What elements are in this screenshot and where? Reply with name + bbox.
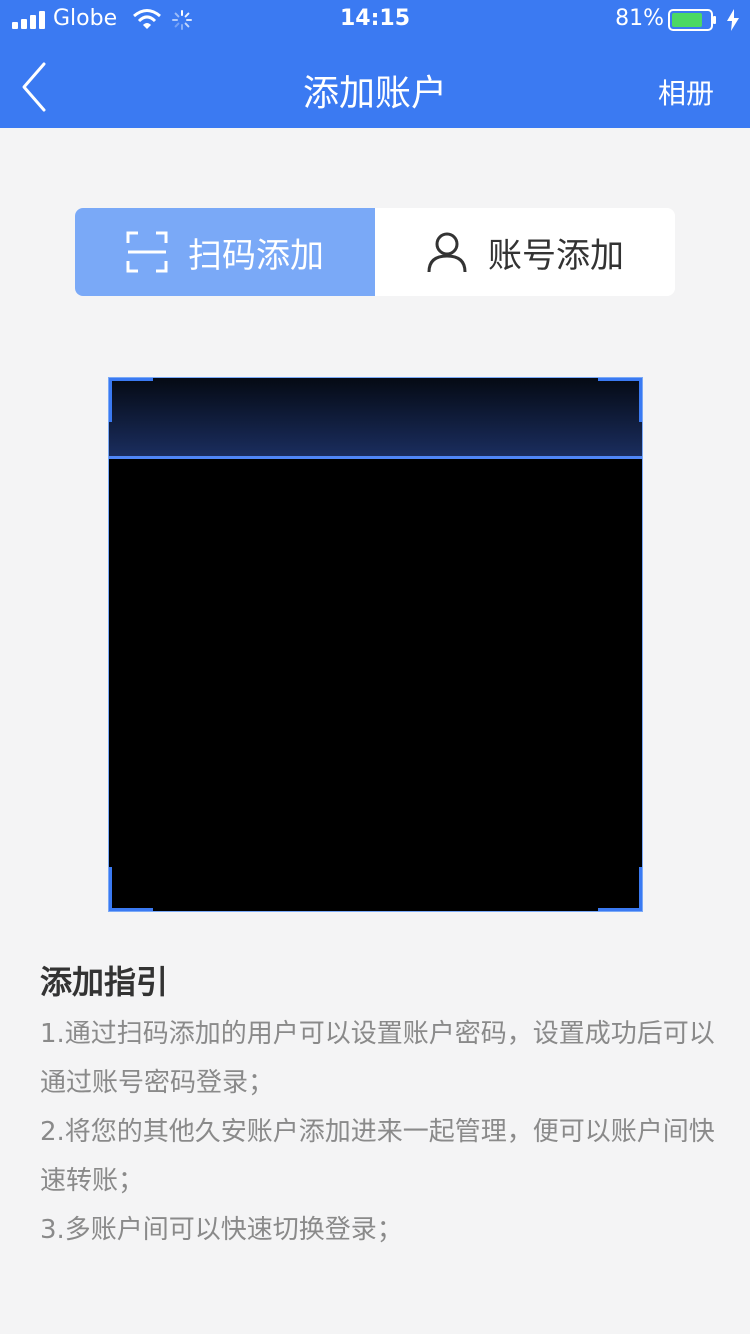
person-icon	[427, 232, 467, 273]
viewfinder-corner-bottom-right	[598, 867, 642, 911]
battery-percent: 81%	[615, 6, 664, 31]
tab-scan-add-label: 扫码添加	[188, 235, 324, 276]
viewfinder-corner-top-left	[109, 378, 153, 422]
page-title: 添加账户	[302, 73, 447, 114]
tab-account-add[interactable]: 账号添加	[375, 208, 675, 296]
viewfinder-corner-bottom-left	[109, 867, 153, 911]
guide-item: 1.通过扫码添加的用户可以设置账户密码，设置成功后可以通过账号密码登录；	[40, 1019, 715, 1098]
guide-item: 2.将您的其他久安账户添加进来一起管理，便可以账户间快速转账；	[40, 1117, 715, 1196]
charging-bolt-icon	[727, 9, 739, 31]
guide-item: 3.多账户间可以快速切换登录；	[40, 1215, 403, 1245]
viewfinder-corner-top-right	[598, 378, 642, 422]
guide-title: 添加指引	[40, 963, 169, 1001]
navigation-bar: 添加账户 相册	[0, 40, 750, 128]
album-button[interactable]: 相册	[658, 72, 714, 112]
app-header: Globe 14:15 81% 添加账户 相册	[0, 0, 750, 128]
qr-scan-viewfinder[interactable]	[108, 377, 643, 912]
tab-scan-add[interactable]: 扫码添加	[75, 208, 375, 296]
add-method-tabs: 扫码添加 账号添加	[75, 208, 675, 296]
status-bar: Globe 14:15 81%	[0, 0, 750, 40]
scan-line	[109, 378, 642, 459]
battery-icon	[668, 9, 716, 31]
scan-icon	[126, 231, 168, 273]
guide-list: 1.通过扫码添加的用户可以设置账户密码，设置成功后可以通过账号密码登录； 2.将…	[40, 1010, 720, 1255]
tab-account-add-label: 账号添加	[488, 235, 624, 276]
